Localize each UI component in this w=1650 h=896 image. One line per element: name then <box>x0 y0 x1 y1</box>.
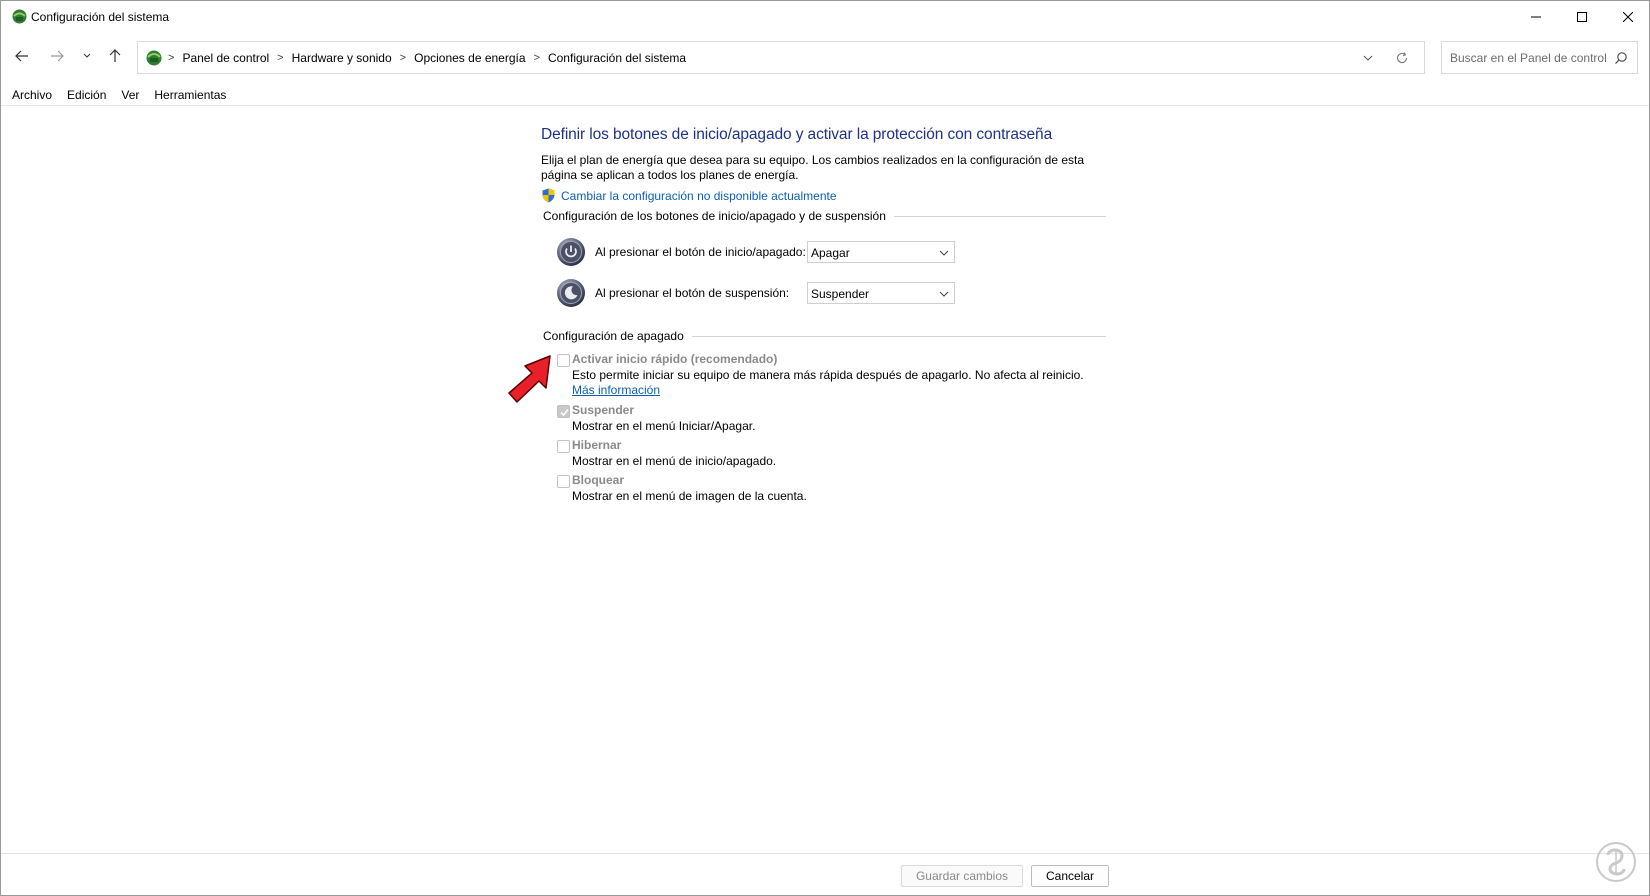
breadcrumb-panel-de-control[interactable]: Panel de control <box>182 51 269 65</box>
breadcrumb-opciones-de-energia[interactable]: Opciones de energía <box>414 51 525 65</box>
title-bar: Configuración del sistema <box>1 1 1649 33</box>
recent-locations-button[interactable] <box>76 45 98 67</box>
checkmark-icon <box>560 409 569 417</box>
watermark-logo-icon <box>1596 842 1636 882</box>
up-arrow-icon <box>109 49 121 62</box>
power-icon <box>557 238 585 266</box>
change-unavailable-settings-link[interactable]: Cambiar la configuración no disponible a… <box>541 188 837 203</box>
power-button-action-value: Apagar <box>811 246 850 260</box>
footer-divider <box>1 853 1649 854</box>
breadcrumb: > Panel de control > Hardware y sonido >… <box>166 51 686 65</box>
lock-checkbox[interactable] <box>557 475 570 488</box>
power-button-action-select[interactable]: Apagar <box>807 241 955 263</box>
search-box[interactable] <box>1441 41 1638 74</box>
address-history-button[interactable] <box>1360 50 1376 66</box>
window-title: Configuración del sistema <box>31 10 170 24</box>
refresh-icon <box>1396 52 1408 64</box>
fast-startup-desc-text: Esto permite iniciar su equipo de manera… <box>572 368 1084 382</box>
menu-edicion[interactable]: Edición <box>67 85 106 105</box>
uac-shield-icon <box>542 188 555 203</box>
group-divider <box>691 335 1106 337</box>
more-info-link[interactable]: Más información <box>572 383 660 397</box>
sleep-description: Mostrar en el menú Iniciar/Apagar. <box>572 419 756 433</box>
control-panel-icon <box>146 50 162 66</box>
red-annotation-arrow-icon <box>508 355 551 403</box>
fast-startup-label: Activar inicio rápido (recomendado) <box>572 352 778 366</box>
breadcrumb-separator: > <box>168 52 175 64</box>
menu-divider <box>1 105 1649 106</box>
breadcrumb-hardware-y-sonido[interactable]: Hardware y sonido <box>292 51 392 65</box>
chevron-down-icon <box>939 291 949 297</box>
control-panel-app-icon <box>12 9 27 24</box>
minimize-button[interactable] <box>1513 1 1559 33</box>
cancel-button[interactable]: Cancelar <box>1031 865 1109 887</box>
back-arrow-icon <box>15 50 28 62</box>
buttons-group-header: Configuración de los botones de inicio/a… <box>543 209 1106 223</box>
menu-ver[interactable]: Ver <box>121 85 139 105</box>
save-changes-button[interactable]: Guardar cambios <box>901 865 1023 887</box>
hibernate-checkbox[interactable] <box>557 440 570 453</box>
chevron-down-icon <box>939 250 949 256</box>
maximize-button[interactable] <box>1559 1 1605 33</box>
hibernate-label: Hibernar <box>572 438 622 452</box>
menu-bar: Archivo Edición Ver Herramientas <box>1 85 1649 105</box>
sleep-checkbox[interactable] <box>557 405 570 418</box>
close-button[interactable] <box>1605 1 1650 33</box>
chevron-down-icon <box>83 53 91 58</box>
minimize-icon <box>1531 16 1541 18</box>
power-button-label: Al presionar el botón de inicio/apagado: <box>595 245 806 259</box>
buttons-group-title: Configuración de los botones de inicio/a… <box>543 209 886 223</box>
breadcrumb-separator[interactable]: > <box>277 52 283 64</box>
hibernate-description: Mostrar en el menú de inicio/apagado. <box>572 454 777 468</box>
page-description: Elija el plan de energía que desea para … <box>541 153 1085 182</box>
control-panel-window: Configuración del sistema > Panel de con… <box>0 0 1650 896</box>
refresh-button[interactable] <box>1394 50 1410 66</box>
sleep-button-action-value: Suspender <box>811 287 870 301</box>
chevron-down-icon <box>1363 55 1373 61</box>
breadcrumb-configuracion-del-sistema[interactable]: Configuración del sistema <box>548 51 686 65</box>
fast-startup-checkbox[interactable] <box>557 354 570 367</box>
breadcrumb-separator[interactable]: > <box>534 52 540 64</box>
sleep-button-label: Al presionar el botón de suspensión: <box>595 286 790 300</box>
search-icon[interactable] <box>1614 51 1628 65</box>
maximize-icon <box>1577 12 1587 22</box>
sleep-label: Suspender <box>572 403 635 417</box>
back-button[interactable] <box>11 45 33 67</box>
breadcrumb-separator[interactable]: > <box>400 52 406 64</box>
power-button-setting: Al presionar el botón de inicio/apagado:… <box>556 237 955 267</box>
search-input[interactable] <box>1442 42 1612 73</box>
menu-archivo[interactable]: Archivo <box>12 85 52 105</box>
sleep-button-action-select[interactable]: Suspender <box>807 282 955 304</box>
close-icon <box>1623 12 1633 22</box>
lock-label: Bloquear <box>572 473 625 487</box>
menu-herramientas[interactable]: Herramientas <box>154 85 226 105</box>
uac-link-label[interactable]: Cambiar la configuración no disponible a… <box>561 189 837 203</box>
page-title: Definir los botones de inicio/apagado y … <box>541 126 1053 143</box>
address-bar[interactable]: > Panel de control > Hardware y sonido >… <box>137 41 1425 74</box>
sleep-button-setting: Al presionar el botón de suspensión: Sus… <box>556 278 955 308</box>
shutdown-group-title: Configuración de apagado <box>543 329 684 343</box>
sleep-icon <box>557 279 585 307</box>
forward-button[interactable] <box>46 45 68 67</box>
up-button[interactable] <box>104 45 126 67</box>
fast-startup-description: Esto permite iniciar su equipo de manera… <box>572 368 1102 398</box>
main-content: Definir los botones de inicio/apagado y … <box>541 126 1111 503</box>
shutdown-group-header: Configuración de apagado <box>543 329 1106 343</box>
forward-arrow-icon <box>51 50 64 62</box>
lock-description: Mostrar en el menú de imagen de la cuent… <box>572 489 807 503</box>
group-divider <box>893 215 1106 217</box>
